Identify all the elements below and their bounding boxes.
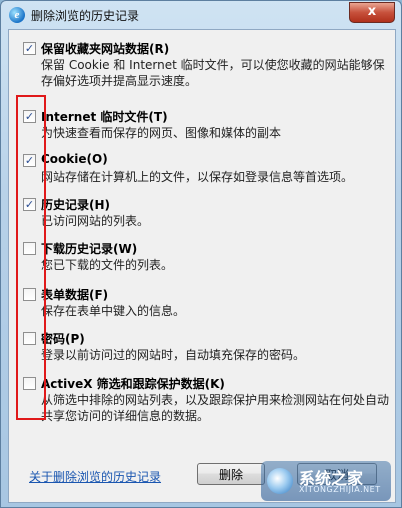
option-title: 下载历史记录(W) [41, 242, 138, 256]
option-title: 保留收藏夹网站数据(R) [41, 42, 170, 56]
window-title: 删除浏览的历史记录 [31, 9, 140, 23]
option-description: 为快速查看而保存的网页、图像和媒体的副本 [41, 126, 282, 140]
internet-explorer-icon: e [9, 7, 25, 23]
delete-browsing-history-dialog: e 删除浏览的历史记录 x ✓ 保留收藏夹网站数据(R) 保留 Cookie 和… [0, 0, 402, 508]
option-description: 网站存储在计算机上的文件，以保存如登录信息等首选项。 [41, 170, 354, 184]
about-deleting-history-link[interactable]: 关于删除浏览的历史记录 [29, 468, 161, 485]
option-description: 登录以前访问过的网站时，自动填充保存的密码。 [41, 348, 306, 362]
option-description: 已访问网站的列表。 [41, 214, 150, 228]
checkbox-favorites[interactable]: ✓ [23, 42, 36, 55]
option-description: 保留 Cookie 和 Internet 临时文件，可以使您收藏的网站能够保存偏… [41, 58, 385, 88]
title-bar: e 删除浏览的历史记录 x [1, 1, 401, 29]
highlight-annotation-box [16, 95, 46, 420]
option-title: ActiveX 筛选和跟踪保护数据(K) [41, 377, 225, 391]
watermark-subtext: XITONGZHIJIA.NET [299, 485, 381, 494]
watermark: 系统之家 XITONGZHIJIA.NET [261, 461, 391, 501]
watermark-logo-icon [267, 468, 293, 494]
option-title: 密码(P) [41, 332, 85, 346]
delete-button[interactable]: 删除 [197, 463, 265, 485]
option-title: Cookie(O) [41, 152, 108, 166]
option-title: 历史记录(H) [41, 198, 111, 212]
dialog-body: ✓ 保留收藏夹网站数据(R) 保留 Cookie 和 Internet 临时文件… [8, 29, 396, 503]
option-title: Internet 临时文件(T) [41, 110, 168, 124]
option-title: 表单数据(F) [41, 288, 109, 302]
close-button[interactable]: x [349, 2, 395, 23]
option-description: 您已下载的文件的列表。 [41, 258, 174, 272]
option-description: 从筛选中排除的网站列表，以及跟踪保护用来检测网站在何处自动共享您访问的详细信息的… [41, 393, 390, 423]
option-description: 保存在表单中键入的信息。 [41, 304, 186, 318]
